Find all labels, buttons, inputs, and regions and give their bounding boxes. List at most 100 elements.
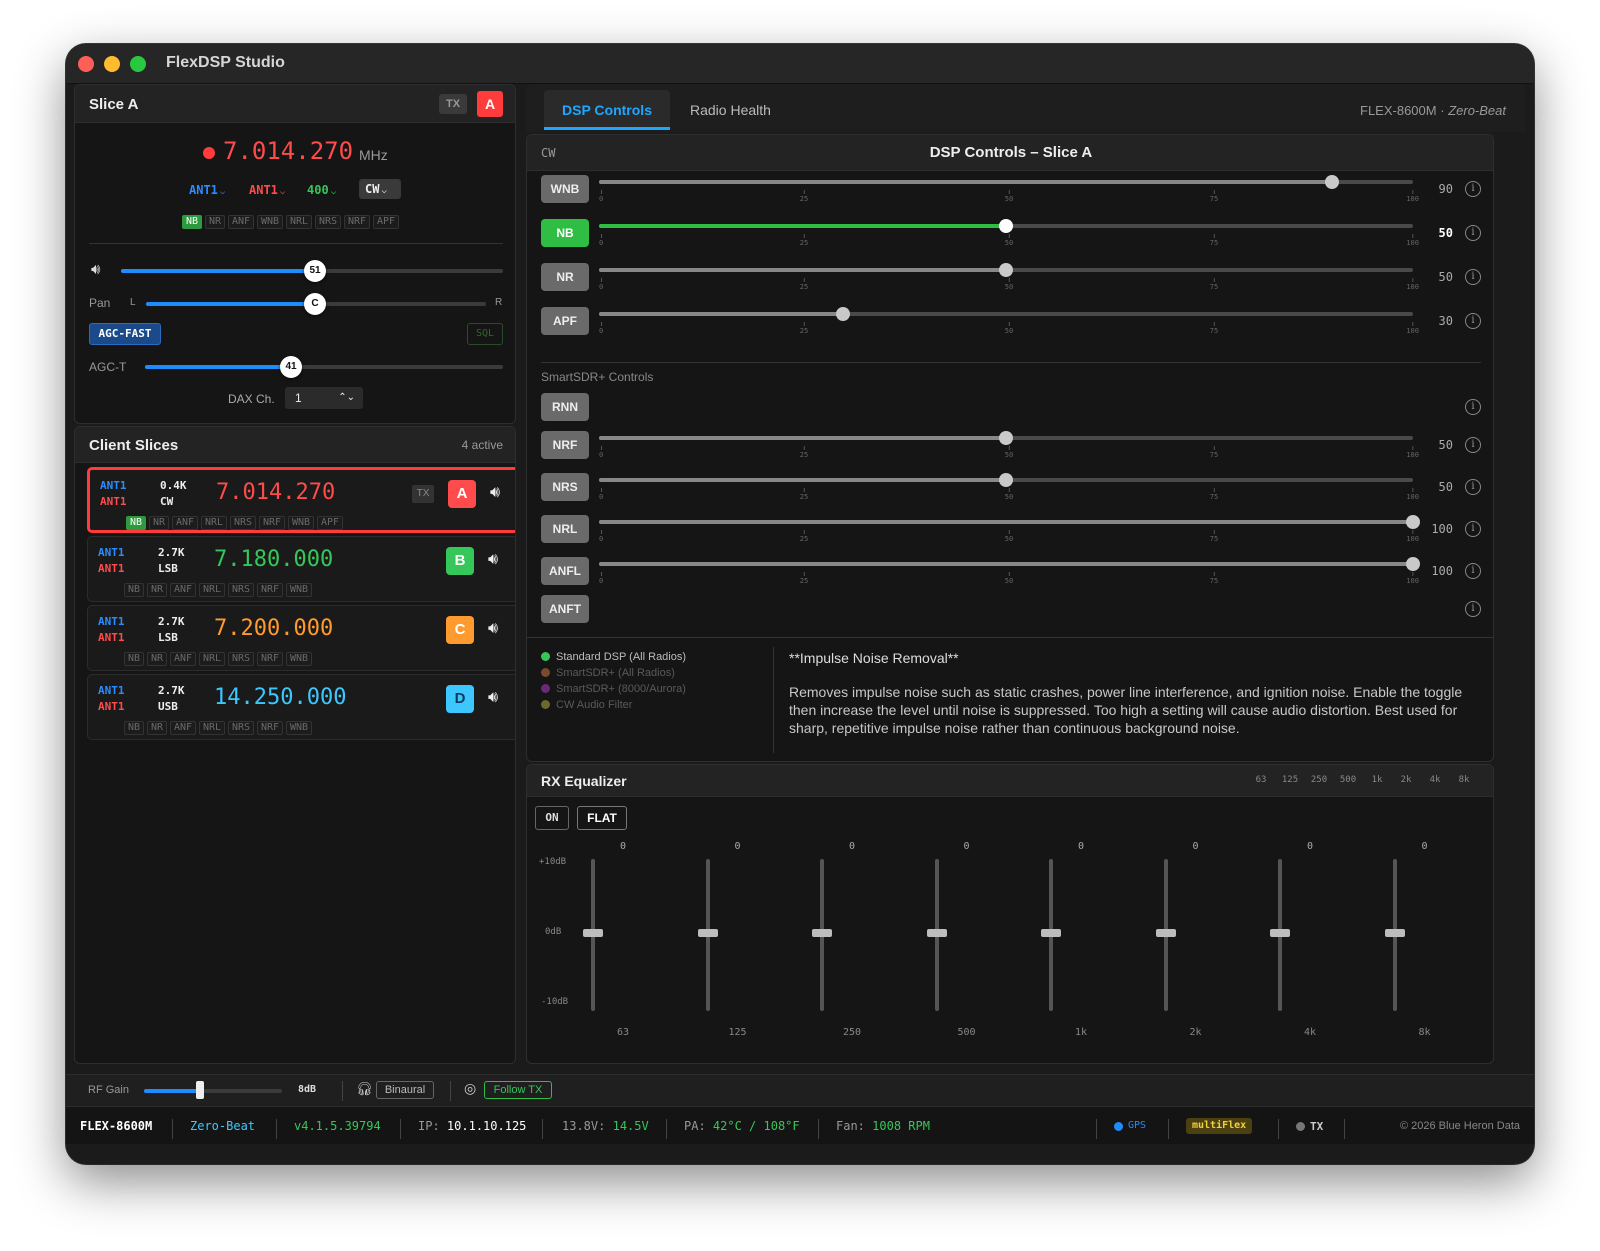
rf-gain-thumb[interactable]: [196, 1081, 204, 1099]
slice-frequency[interactable]: 7.014.270: [223, 137, 353, 165]
dsp-toggle-nrf[interactable]: NRF: [541, 431, 589, 459]
slice-letter-badge[interactable]: C: [446, 616, 474, 644]
dsp-chip-nrf[interactable]: NRF: [257, 721, 283, 735]
dsp-toggle-nr[interactable]: NR: [541, 263, 589, 291]
dsp-toggle-wnb[interactable]: WNB: [541, 175, 589, 203]
speaker-icon[interactable]: 🔊︎: [488, 551, 498, 569]
dsp-chip-nrs[interactable]: NRS: [228, 583, 254, 597]
dsp-toggle-nb[interactable]: NB: [541, 219, 589, 247]
dsp-chip-anf[interactable]: ANF: [170, 583, 196, 597]
slider-thumb[interactable]: [999, 473, 1013, 487]
slider-thumb[interactable]: [1406, 557, 1420, 571]
slice-letter-badge[interactable]: D: [446, 685, 474, 713]
dsp-toggle-anfl[interactable]: ANFL: [541, 557, 589, 585]
dsp-chip-anf[interactable]: ANF: [228, 215, 254, 229]
dsp-chip-nb[interactable]: NB: [126, 516, 146, 530]
close-window-button[interactable]: [78, 56, 94, 72]
dsp-slider-nrs[interactable]: [599, 473, 1413, 487]
dsp-chip-nr[interactable]: NR: [147, 721, 167, 735]
dsp-chip-anf[interactable]: ANF: [170, 652, 196, 666]
eq-band-4k[interactable]: 0 4k: [1250, 841, 1316, 1041]
slice-frequency[interactable]: 7.200.000: [214, 616, 333, 641]
slider-thumb[interactable]: [999, 263, 1013, 277]
follow-tx-button[interactable]: Follow TX: [484, 1081, 552, 1099]
eq-band-63[interactable]: 0 63: [563, 841, 629, 1041]
dsp-toggle-nrs[interactable]: NRS: [541, 473, 589, 501]
slider-thumb[interactable]: [999, 431, 1013, 445]
speaker-icon[interactable]: 🔊︎: [91, 261, 100, 278]
volume-thumb[interactable]: 51: [304, 260, 326, 282]
dsp-chip-nrs[interactable]: NRS: [315, 215, 341, 229]
dsp-chip-nb[interactable]: NB: [182, 215, 202, 229]
dsp-chip-apf[interactable]: APF: [373, 215, 399, 229]
dsp-chip-anf[interactable]: ANF: [172, 516, 198, 530]
eq-on-button[interactable]: ON: [535, 806, 569, 830]
slice-letter-badge[interactable]: A: [448, 480, 476, 508]
dsp-toggle-rnn[interactable]: RNN: [541, 393, 589, 421]
slice-frequency[interactable]: 14.250.000: [214, 685, 346, 710]
slider-thumb[interactable]: [1406, 515, 1420, 529]
dax-channel-select[interactable]: 1 ⌃⌄: [285, 387, 363, 409]
dsp-toggle-apf[interactable]: APF: [541, 307, 589, 335]
slice-frequency[interactable]: 7.014.270: [216, 480, 335, 505]
slice-letter-badge[interactable]: A: [477, 91, 503, 117]
info-icon[interactable]: i: [1465, 269, 1481, 285]
dsp-chip-anf[interactable]: ANF: [170, 721, 196, 735]
info-icon[interactable]: i: [1465, 521, 1481, 537]
eq-band-250[interactable]: 0 250: [792, 841, 861, 1041]
dsp-chip-nrl[interactable]: NRL: [199, 652, 225, 666]
mode-select[interactable]: CW ⌵: [359, 179, 401, 199]
eq-band-8k[interactable]: 0 8k: [1365, 841, 1431, 1041]
dsp-slider-nrf[interactable]: [599, 431, 1413, 445]
tab-radio-health[interactable]: Radio Health: [690, 102, 771, 118]
info-icon[interactable]: i: [1465, 313, 1481, 329]
dsp-chip-nrf[interactable]: NRF: [259, 516, 285, 530]
dsp-chip-nrl[interactable]: NRL: [201, 516, 227, 530]
eq-flat-button[interactable]: FLAT: [577, 806, 627, 830]
info-icon[interactable]: i: [1465, 437, 1481, 453]
eq-band-knob[interactable]: [1155, 929, 1176, 937]
eq-band-knob[interactable]: [1041, 929, 1061, 937]
eq-band-knob[interactable]: [926, 929, 947, 937]
multiflex-badge[interactable]: multiFlex: [1186, 1118, 1253, 1134]
tab-dsp-controls[interactable]: DSP Controls: [544, 90, 670, 130]
dsp-chip-nrf[interactable]: NRF: [344, 215, 370, 229]
dsp-chip-nr[interactable]: NR: [205, 215, 225, 229]
info-icon[interactable]: i: [1465, 225, 1481, 241]
info-icon[interactable]: i: [1465, 479, 1481, 495]
info-icon[interactable]: i: [1465, 563, 1481, 579]
dsp-chip-nb[interactable]: NB: [124, 583, 144, 597]
dsp-slider-nr[interactable]: [599, 263, 1413, 277]
dsp-chip-nr[interactable]: NR: [147, 652, 167, 666]
eq-band-2k[interactable]: 0 2k: [1136, 841, 1202, 1041]
dsp-slider-nb[interactable]: [599, 219, 1413, 233]
client-slice-row[interactable]: ANT1 ANT1 2.7K USB 14.250.000 D 🔊︎ NB NR ANF NRL NR…: [87, 674, 515, 740]
zoom-window-button[interactable]: [130, 56, 146, 72]
speaker-icon[interactable]: 🔊︎: [488, 689, 498, 707]
eq-band-knob[interactable]: [583, 929, 603, 937]
agc-mode-button[interactable]: AGC-FAST: [89, 323, 161, 345]
eq-band-knob[interactable]: [1270, 929, 1290, 937]
eq-band-knob[interactable]: [812, 929, 832, 937]
client-slice-row[interactable]: ANT1 ANT1 0.4K CW 7.014.270 TX A 🔊︎ NB NR ANF NRL NR…: [87, 467, 515, 533]
dsp-chip-nrl[interactable]: NRL: [286, 215, 312, 229]
dsp-chip-nrs[interactable]: NRS: [228, 721, 254, 735]
info-icon[interactable]: i: [1465, 601, 1481, 617]
pan-thumb[interactable]: C: [304, 293, 326, 315]
eq-band-knob[interactable]: [697, 929, 718, 937]
eq-band-1k[interactable]: 0 1k: [1021, 841, 1087, 1041]
speaker-icon[interactable]: 🔊︎: [490, 484, 500, 502]
rx-antenna-select[interactable]: ANT1 ⌵: [189, 183, 225, 197]
agct-slider[interactable]: [145, 365, 503, 369]
dsp-chip-apf[interactable]: APF: [317, 516, 343, 530]
dsp-chip-nb[interactable]: NB: [124, 652, 144, 666]
dsp-slider-anfl[interactable]: [599, 557, 1420, 571]
dsp-toggle-anft[interactable]: ANFT: [541, 595, 589, 623]
slice-tx-button[interactable]: TX: [412, 485, 434, 503]
client-slice-row[interactable]: ANT1 ANT1 2.7K LSB 7.200.000 C 🔊︎ NB NR ANF NRL NRS…: [87, 605, 515, 671]
slider-thumb[interactable]: [836, 307, 851, 321]
slider-thumb[interactable]: [1324, 175, 1339, 189]
dsp-chip-nr[interactable]: NR: [147, 583, 167, 597]
info-icon[interactable]: i: [1465, 399, 1481, 415]
dsp-chip-nrf[interactable]: NRF: [257, 583, 283, 597]
